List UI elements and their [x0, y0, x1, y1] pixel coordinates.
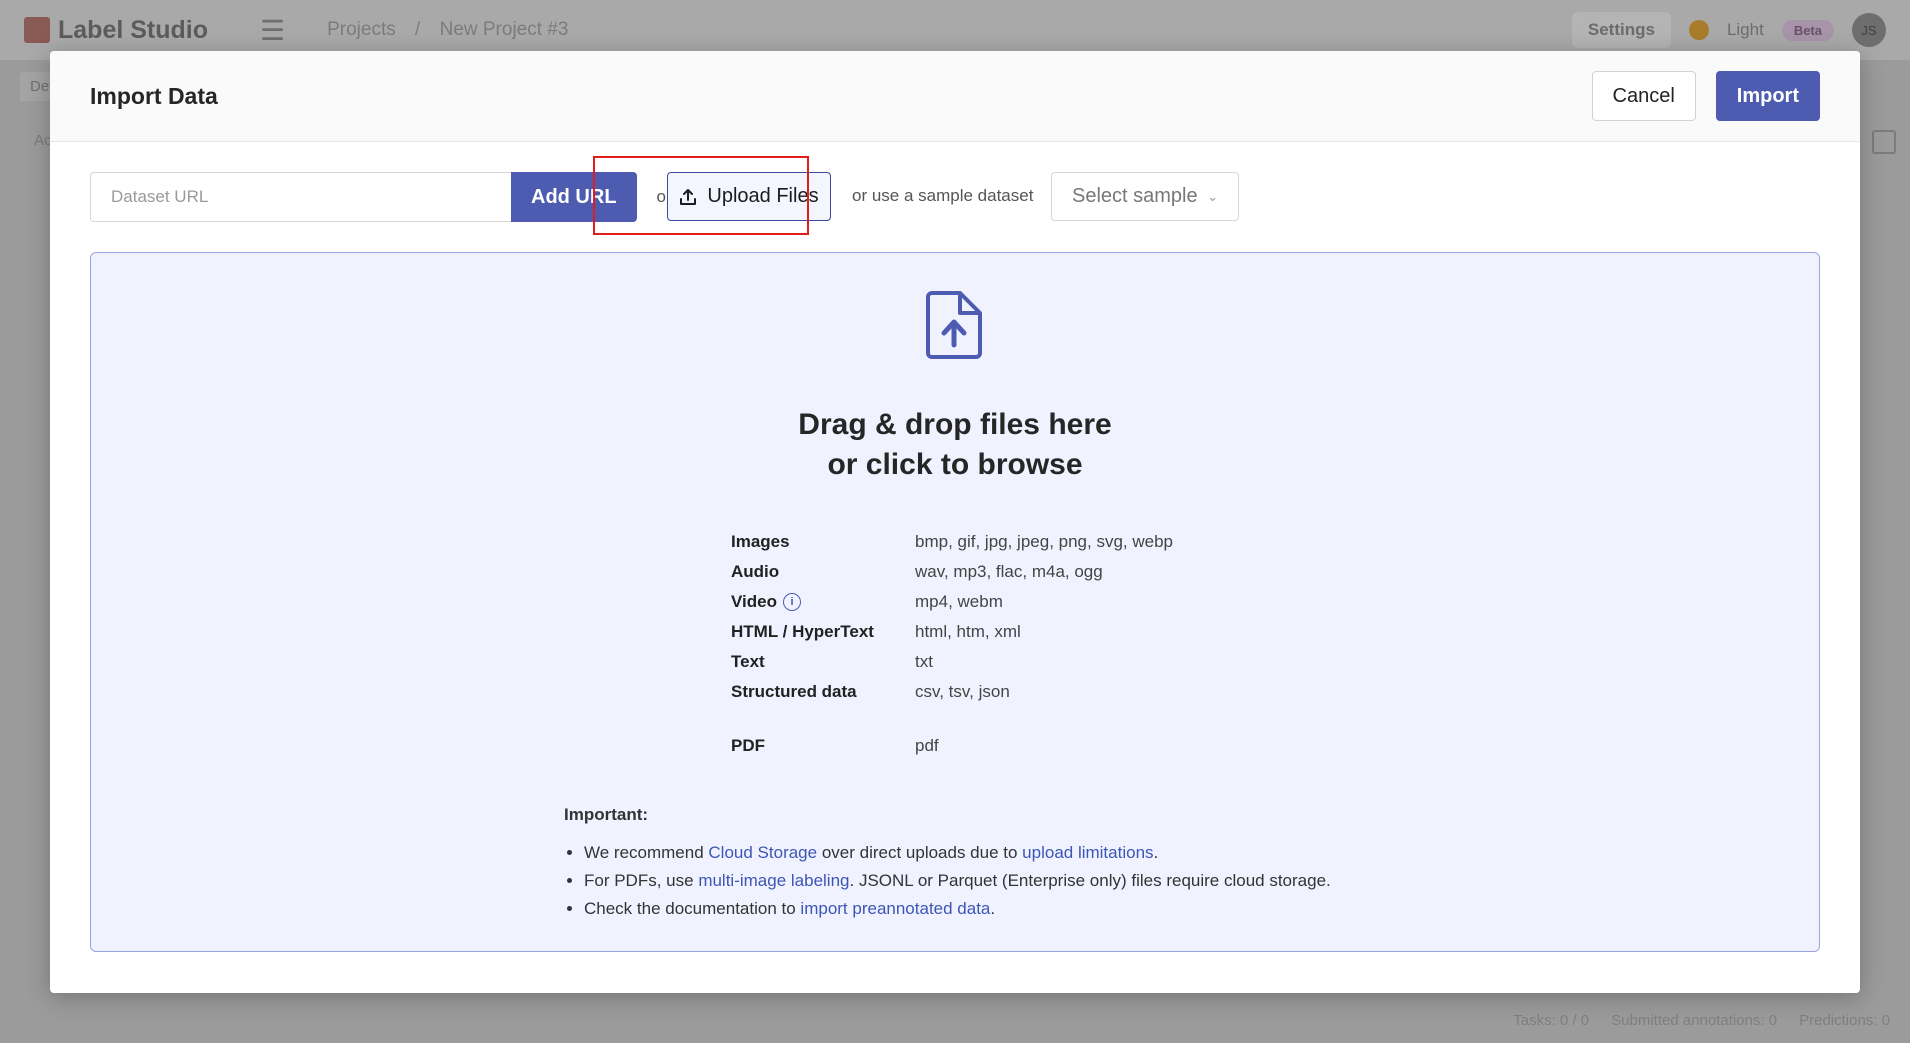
footer-stats: Tasks: 0 / 0 Submitted annotations: 0 Pr…: [1513, 1012, 1890, 1029]
dropzone-title: Drag & drop files here or click to brows…: [91, 405, 1819, 485]
submitted-annotations-count: Submitted annotations: 0: [1611, 1012, 1778, 1029]
file-type-extensions: txt: [915, 652, 933, 671]
file-type-extensions: wav, mp3, flac, m4a, ogg: [915, 562, 1103, 581]
multi-image-labeling-link[interactable]: multi-image labeling: [698, 871, 849, 890]
theme-sun-icon[interactable]: [1688, 20, 1709, 40]
import-button[interactable]: Import: [1715, 71, 1820, 121]
cancel-button[interactable]: Cancel: [1591, 71, 1696, 121]
note-text: Check the documentation to: [584, 899, 801, 918]
file-type-row: Audio wav, mp3, flac, m4a, ogg: [731, 557, 1173, 587]
file-dropzone[interactable]: Drag & drop files here or click to brows…: [90, 252, 1820, 952]
file-type-name: Structured data: [731, 682, 857, 701]
file-type-name: Images: [731, 532, 790, 551]
important-notes: Important: We recommend Cloud Storage ov…: [564, 805, 1331, 923]
modal-header: Import Data Cancel Import: [50, 51, 1860, 142]
app-logo[interactable]: Label Studio: [24, 16, 208, 45]
import-toolbar: Add URL or: [90, 172, 672, 222]
file-type-row: Video i mp4, webm: [731, 587, 1173, 617]
file-type-name: Audio: [731, 562, 780, 581]
note-text: .: [990, 899, 996, 918]
settings-button[interactable]: Settings: [1571, 12, 1671, 48]
file-type-extensions: pdf: [915, 736, 939, 755]
theme-label[interactable]: Light: [1727, 20, 1764, 40]
note-text: .: [1153, 843, 1159, 862]
dropzone-title-line2: or click to browse: [827, 448, 1083, 481]
app-name: Label Studio: [58, 15, 208, 44]
dataset-url-input[interactable]: [90, 172, 511, 222]
file-type-extensions: bmp, gif, jpg, jpeg, png, svg, webp: [915, 532, 1173, 551]
file-type-row: PDF pdf: [731, 731, 1173, 761]
upload-highlight-box: [593, 156, 809, 235]
note-item: Check the documentation to import preann…: [584, 895, 1331, 923]
avatar[interactable]: JS: [1852, 13, 1886, 47]
dropzone-title-line1: Drag & drop files here: [798, 408, 1112, 441]
modal-title: Import Data: [90, 82, 218, 109]
file-type-row: Structured data csv, tsv, json: [731, 677, 1173, 707]
import-preannotated-data-link[interactable]: import preannotated data: [800, 899, 990, 918]
breadcrumb: Projects / New Project #3: [327, 19, 582, 41]
file-upload-icon: [926, 291, 982, 359]
note-text: over direct uploads due to: [817, 843, 1023, 862]
file-type-label: Video: [731, 592, 777, 611]
important-heading: Important:: [564, 805, 649, 824]
note-text: We recommend: [584, 843, 709, 862]
breadcrumb-separator: /: [415, 19, 421, 40]
file-type-row: Text txt: [731, 647, 1173, 677]
file-type-extensions: mp4, webm: [915, 592, 1003, 611]
cloud-storage-link[interactable]: Cloud Storage: [708, 843, 817, 862]
select-sample-dropdown[interactable]: Select sample ⌄: [1051, 172, 1239, 221]
file-type-extensions: csv, tsv, json: [915, 682, 1010, 701]
supported-file-types: Images bmp, gif, jpg, jpeg, png, svg, we…: [731, 527, 1173, 761]
chevron-down-icon: ⌄: [1207, 188, 1218, 204]
background-actions: Ac: [34, 132, 52, 149]
note-item: We recommend Cloud Storage over direct u…: [584, 839, 1331, 867]
predictions-count: Predictions: 0: [1799, 1012, 1890, 1029]
info-icon[interactable]: i: [782, 593, 801, 611]
file-type-extensions: html, htm, xml: [915, 622, 1021, 641]
select-sample-value: Select sample: [1072, 185, 1198, 207]
sample-dataset-label: or use a sample dataset: [852, 186, 1034, 205]
label-studio-logo-icon: [24, 17, 50, 43]
file-type-row: HTML / HyperText html, htm, xml: [731, 617, 1173, 647]
note-item: For PDFs, use multi-image labeling. JSON…: [584, 867, 1331, 895]
tasks-count: Tasks: 0 / 0: [1513, 1012, 1590, 1029]
note-text: For PDFs, use: [584, 871, 699, 890]
file-type-name: HTML / HyperText: [731, 622, 874, 641]
upload-limitations-link[interactable]: upload limitations: [1022, 843, 1153, 862]
breadcrumb-current-project[interactable]: New Project #3: [440, 19, 569, 40]
hamburger-menu-icon[interactable]: ☰: [260, 14, 285, 47]
grid-view-icon: [1872, 130, 1896, 154]
note-text: . JSONL or Parquet (Enterprise only) fil…: [849, 871, 1331, 890]
file-type-name: Text: [731, 652, 765, 671]
file-type-name-video: Video i: [731, 592, 915, 612]
file-type-row: Images bmp, gif, jpg, jpeg, png, svg, we…: [731, 527, 1173, 557]
file-type-name: PDF: [731, 736, 765, 755]
beta-badge: Beta: [1781, 19, 1834, 41]
breadcrumb-projects[interactable]: Projects: [327, 19, 396, 40]
